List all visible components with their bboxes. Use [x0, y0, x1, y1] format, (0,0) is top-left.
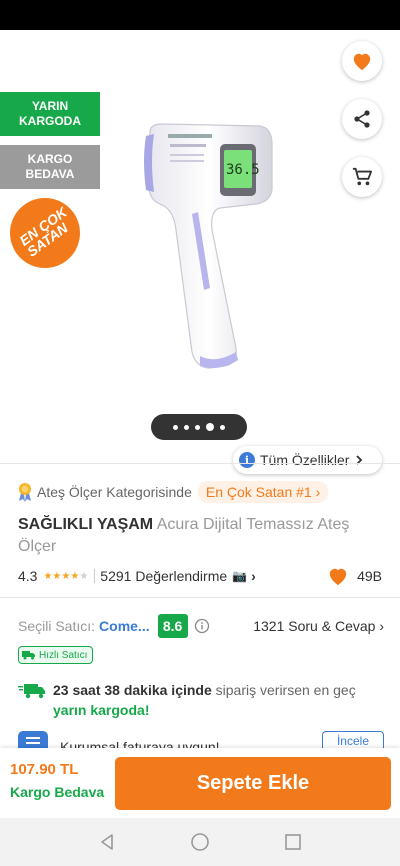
camera-icon: 📷: [232, 569, 248, 583]
chevron-right-icon: ›: [251, 568, 256, 584]
free-shipping-badge: KARGO BEDAVA: [0, 145, 100, 189]
back-button[interactable]: [14, 45, 50, 77]
divider: [0, 463, 400, 464]
invoice-row: Kurumsal faturaya uygun! İncele: [18, 731, 384, 749]
badge-text: YARIN: [31, 99, 69, 113]
arrow-left-icon: [22, 52, 43, 70]
all-specs-label: Tüm Özellikler: [260, 452, 350, 468]
fast-seller-label: Hızlı Satıcı: [39, 649, 88, 661]
qa-label: 1321 Soru & Cevap: [253, 618, 376, 634]
status-bar: [0, 0, 400, 30]
pager-dot[interactable]: [195, 424, 200, 430]
pager-dot[interactable]: [220, 424, 225, 430]
invoice-icon: [18, 731, 48, 749]
nav-home-icon[interactable]: [190, 832, 210, 852]
chevron-right-icon: ›: [379, 618, 384, 634]
badge-text: BEDAVA: [25, 167, 75, 181]
share-icon: [354, 110, 370, 128]
heart-icon: [329, 568, 347, 586]
half-star-icon: ★: [79, 570, 89, 582]
cart-button[interactable]: [342, 157, 382, 197]
delivery-truck-icon: [18, 684, 45, 699]
delivery-highlight: yarın kargoda!: [53, 702, 150, 718]
nav-recents-icon[interactable]: [283, 832, 303, 852]
nav-back-icon[interactable]: [97, 832, 117, 852]
review-count[interactable]: 5291 Değerlendirme: [100, 568, 227, 584]
next-day-shipping-badge: YARIN KARGODA: [0, 92, 100, 136]
pager-dot-active[interactable]: [206, 423, 214, 431]
rating-stars: ★★★★★: [43, 570, 89, 582]
divider: [0, 597, 400, 598]
system-nav-bar: [0, 818, 400, 866]
category-rank-row[interactable]: Ateş Ölçer Kategorisinde En Çok Satan #1…: [16, 481, 329, 503]
svg-text:36.5: 36.5: [226, 162, 260, 178]
bottom-purchase-bar: 107.90 TL Kargo Bedava Sepete Ekle: [0, 748, 400, 818]
invoice-inspect-button[interactable]: İncele: [321, 731, 384, 749]
all-specs-button[interactable]: i Tüm Özellikler: [233, 446, 382, 474]
rating-row[interactable]: 4.3 ★★★★★ 5291 Değerlendirme 📷 › 49B: [18, 566, 382, 586]
fast-seller-badge: Hızlı Satıcı: [18, 646, 94, 664]
seller-label: Seçili Satıcı:: [18, 618, 96, 634]
shipping-label: Kargo Bedava: [10, 784, 105, 800]
delivery-countdown: 23 saat 38 dakika içinde: [53, 682, 212, 698]
delivery-text: sipariş verirsen en geç: [215, 682, 356, 698]
info-outline-icon[interactable]: [194, 618, 210, 634]
like-count[interactable]: 49B: [327, 566, 382, 586]
medal-icon: [19, 483, 31, 502]
cart-icon: [352, 167, 372, 186]
seller-score-badge: 8.6: [157, 614, 188, 638]
badge-text: KARGODA: [19, 114, 81, 128]
delivery-info: 23 saat 38 dakika içinde sipariş verirse…: [18, 680, 384, 720]
favorite-button[interactable]: [342, 41, 382, 81]
heart-icon: [353, 53, 371, 71]
category-label: Ateş Ölçer Kategorisinde: [37, 484, 192, 500]
pager-dot[interactable]: [173, 424, 178, 430]
price: 107.90 TL: [10, 761, 79, 778]
add-to-cart-button[interactable]: Sepete Ekle: [115, 757, 391, 810]
category-rank-text: En Çok Satan #1: [205, 484, 312, 500]
pager-dot[interactable]: [184, 424, 189, 430]
chevron-right-icon: ›: [315, 484, 321, 500]
product-image-thermometer: 36.5: [144, 123, 273, 369]
product-brand[interactable]: SAĞLIKLI YAŞAM: [18, 516, 153, 533]
badge-text: KARGO: [27, 152, 73, 166]
divider: [94, 569, 96, 583]
chevron-right-icon: [356, 455, 363, 465]
like-count-value: 49B: [357, 568, 382, 584]
truck-icon: [22, 651, 35, 660]
seller-name[interactable]: Come...: [99, 618, 150, 634]
product-title: SAĞLIKLI YAŞAM Acura Dijital Temassız At…: [18, 514, 384, 558]
category-rank-pill[interactable]: En Çok Satan #1 ›: [197, 481, 329, 503]
info-icon: i: [239, 452, 255, 468]
rating-score: 4.3: [18, 568, 38, 584]
qa-link[interactable]: 1321 Soru & Cevap ›: [253, 618, 384, 634]
invoice-text: Kurumsal faturaya uygun!: [60, 739, 220, 749]
seller-row[interactable]: Seçili Satıcı: Come... 8.6 1321 Soru & C…: [18, 613, 384, 639]
gallery-pager[interactable]: [151, 414, 247, 440]
best-seller-badge: EN ÇOK SATAN: [10, 198, 80, 268]
share-button[interactable]: [342, 99, 382, 139]
